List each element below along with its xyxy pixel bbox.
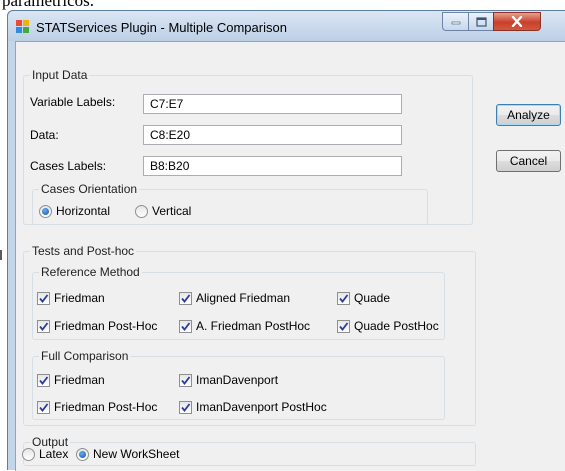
checkbox-box [37, 373, 50, 387]
checkmark-icon [339, 321, 349, 331]
minimize-button[interactable] [442, 12, 469, 31]
full-friedman-posthoc-label: Friedman Post-Hoc [54, 400, 158, 414]
radio-dot [42, 207, 49, 215]
reference-method-group: Reference Method Friedman Aligned Friedm… [32, 265, 445, 340]
radio-circle [39, 204, 52, 218]
close-icon [511, 16, 523, 27]
full-imandavenport-posthoc-checkbox[interactable]: ImanDavenport PostHoc [179, 399, 327, 415]
dialog-window: STATServices Plugin - Multiple Compariso… [7, 10, 565, 471]
ref-aligned-friedman-label: Aligned Friedman [196, 291, 291, 305]
new-worksheet-radio[interactable]: New WorkSheet [76, 446, 179, 462]
variable-labels-input[interactable] [143, 94, 402, 114]
ref-quade-checkbox[interactable]: Quade [337, 290, 390, 306]
checkbox-box [37, 319, 50, 333]
background-marker [0, 250, 2, 260]
radio-circle [76, 447, 89, 461]
checkbox-box [37, 400, 50, 414]
close-button[interactable] [493, 12, 541, 31]
cases-orientation-group: Cases Orientation Horizontal Vertical [32, 182, 428, 225]
latex-radio[interactable]: Latex [22, 446, 68, 462]
checkbox-box [179, 373, 192, 387]
checkmark-icon [181, 402, 191, 412]
radio-circle [22, 447, 35, 461]
ref-quade-posthoc-label: Quade PostHoc [354, 319, 439, 333]
radio-dot [79, 450, 86, 458]
checkbox-box [179, 291, 192, 305]
checkbox-box [37, 291, 50, 305]
full-friedman-posthoc-checkbox[interactable]: Friedman Post-Hoc [37, 399, 157, 415]
checkmark-icon [181, 321, 191, 331]
window-title: STATServices Plugin - Multiple Compariso… [36, 20, 287, 35]
tests-posthoc-group: Tests and Post-hoc Reference Method Frie… [23, 244, 476, 426]
app-icon [16, 20, 29, 33]
checkmark-icon [39, 375, 49, 385]
data-label: Data: [30, 128, 59, 142]
checkbox-box [179, 400, 192, 414]
checkmark-icon [39, 321, 49, 331]
checkmark-icon [181, 293, 191, 303]
variable-labels-label: Variable Labels: [30, 95, 116, 109]
input-data-group: Input Data Variable Labels: Data: Cases … [23, 68, 473, 225]
full-comparison-title: Full Comparison [39, 349, 131, 363]
full-imandavenport-label: ImanDavenport [196, 373, 279, 387]
ref-quade-label: Quade [354, 291, 391, 305]
maximize-icon [475, 16, 487, 27]
cases-orientation-title: Cases Orientation [39, 182, 140, 196]
checkbox-box [179, 319, 192, 333]
vertical-radio[interactable]: Vertical [135, 203, 191, 219]
horizontal-radio-label: Horizontal [56, 204, 111, 218]
cases-labels-input[interactable] [143, 156, 402, 176]
full-comparison-group: Full Comparison Friedman ImanDavenport F… [32, 349, 445, 420]
ref-a-friedman-posthoc-checkbox[interactable]: A. Friedman PostHoc [179, 318, 310, 334]
checkbox-box [337, 291, 350, 305]
ref-aligned-friedman-checkbox[interactable]: Aligned Friedman [179, 290, 290, 306]
vertical-radio-label: Vertical [152, 204, 192, 218]
cancel-button[interactable]: Cancel [496, 150, 561, 172]
data-input[interactable] [143, 125, 402, 145]
input-data-title: Input Data [30, 68, 90, 82]
ref-a-friedman-posthoc-label: A. Friedman PostHoc [196, 319, 311, 333]
full-friedman-label: Friedman [54, 373, 105, 387]
checkbox-box [337, 319, 350, 333]
checkmark-icon [339, 293, 349, 303]
full-imandavenport-posthoc-label: ImanDavenport PostHoc [196, 400, 327, 414]
ref-friedman-posthoc-label: Friedman Post-Hoc [54, 319, 158, 333]
output-group: Output Latex New WorkSheet [22, 435, 476, 466]
checkmark-icon [39, 293, 49, 303]
horizontal-radio[interactable]: Horizontal [39, 203, 110, 219]
new-worksheet-radio-label: New WorkSheet [93, 447, 180, 461]
checkmark-icon [181, 375, 191, 385]
title-bar[interactable]: STATServices Plugin - Multiple Compariso… [8, 11, 565, 41]
ref-friedman-checkbox[interactable]: Friedman [37, 290, 105, 306]
background-caption: paramétricos. [0, 0, 565, 10]
reference-method-title: Reference Method [39, 265, 142, 279]
ref-friedman-label: Friedman [54, 291, 105, 305]
dialog-client-area: Input Data Variable Labels: Data: Cases … [15, 41, 565, 471]
latex-radio-label: Latex [39, 447, 69, 461]
ref-quade-posthoc-checkbox[interactable]: Quade PostHoc [337, 318, 439, 334]
checkmark-icon [39, 402, 49, 412]
minimize-icon [451, 21, 460, 24]
radio-circle [135, 204, 148, 218]
full-friedman-checkbox[interactable]: Friedman [37, 372, 105, 388]
analyze-button[interactable]: Analyze [496, 104, 561, 126]
full-imandavenport-checkbox[interactable]: ImanDavenport [179, 372, 278, 388]
tests-posthoc-title: Tests and Post-hoc [30, 244, 137, 258]
cases-labels-label: Cases Labels: [30, 159, 107, 173]
ref-friedman-posthoc-checkbox[interactable]: Friedman Post-Hoc [37, 318, 157, 334]
maximize-button[interactable] [468, 12, 494, 31]
caption-text: paramétricos. [2, 0, 95, 10]
